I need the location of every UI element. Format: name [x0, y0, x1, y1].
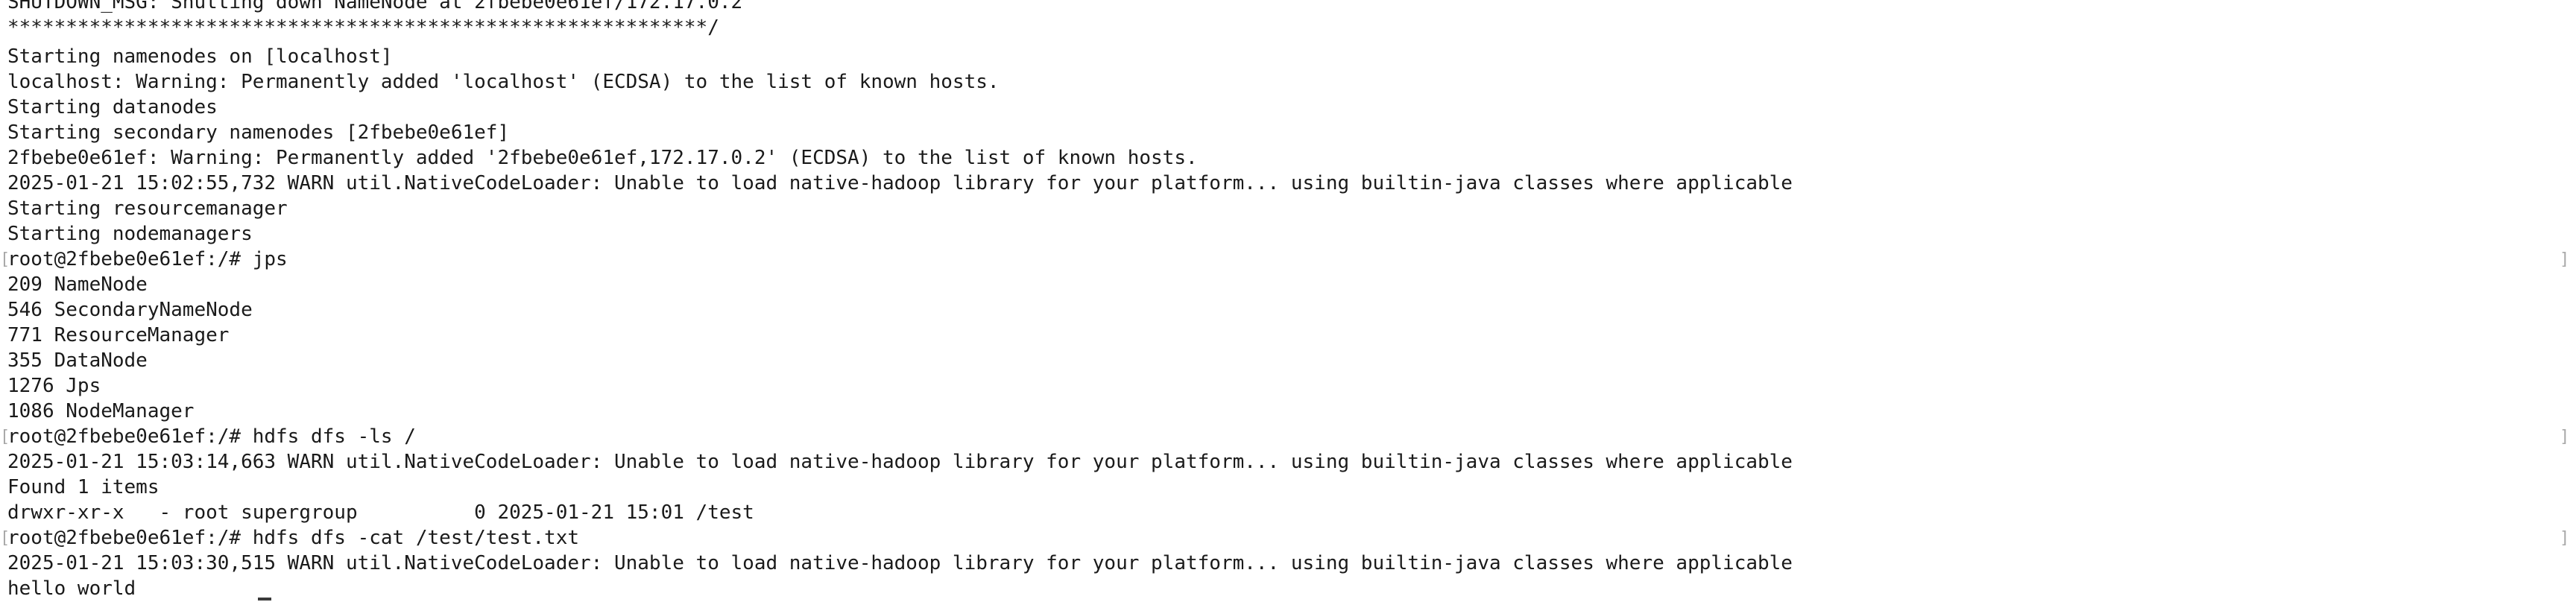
- prompt-mark-right: ]: [2560, 428, 2570, 446]
- output-line: localhost: Warning: Permanently added 'l…: [7, 71, 1000, 93]
- output-line: drwxr-xr-x - root supergroup 0 2025-01-2…: [7, 501, 754, 524]
- command-prompt-line[interactable]: root@2fbebe0e61ef:/# hdfs dfs -ls /: [7, 424, 416, 449]
- text-cursor: [258, 598, 271, 601]
- output-line: hello world: [7, 577, 136, 600]
- output-line: 546 SecondaryNameNode: [7, 299, 253, 321]
- output-line: 2025-01-21 15:03:30,515 WARN util.Native…: [7, 552, 1793, 574]
- output-line: 1086 NodeManager: [7, 400, 195, 422]
- output-line: 355 DataNode: [7, 349, 148, 372]
- output-line: Starting resourcemanager: [7, 197, 288, 220]
- output-line: 2025-01-21 15:02:55,732 WARN util.Native…: [7, 172, 1793, 194]
- prompt-mark-right: ]: [2560, 250, 2570, 269]
- output-line: Starting secondary namenodes [2fbebe0e61…: [7, 121, 510, 144]
- prompt-mark-right: ]: [2560, 529, 2570, 548]
- output-line: Starting namenodes on [localhost]: [7, 45, 393, 68]
- output-line: SHUTDOWN_MSG: Shutting down NameNode at …: [7, 0, 743, 13]
- command-prompt-line[interactable]: root@2fbebe0e61ef:/# jps: [7, 247, 288, 272]
- output-line: Found 1 items: [7, 476, 160, 498]
- output-line: 2fbebe0e61ef: Warning: Permanently added…: [7, 147, 1198, 169]
- output-line: 771 ResourceManager: [7, 324, 230, 346]
- output-line: 2025-01-21 15:03:14,663 WARN util.Native…: [7, 451, 1793, 473]
- output-line: 209 NameNode: [7, 273, 148, 296]
- output-line: 1276 Jps: [7, 375, 101, 397]
- output-line: Starting datanodes: [7, 96, 218, 118]
- output-line: ****************************************…: [7, 16, 719, 39]
- output-line: Starting nodemanagers: [7, 223, 253, 245]
- terminal-window[interactable]: SHUTDOWN_MSG: Shutting down NameNode at …: [0, 0, 2576, 602]
- command-prompt-line[interactable]: root@2fbebe0e61ef:/# hdfs dfs -cat /test…: [7, 525, 579, 551]
